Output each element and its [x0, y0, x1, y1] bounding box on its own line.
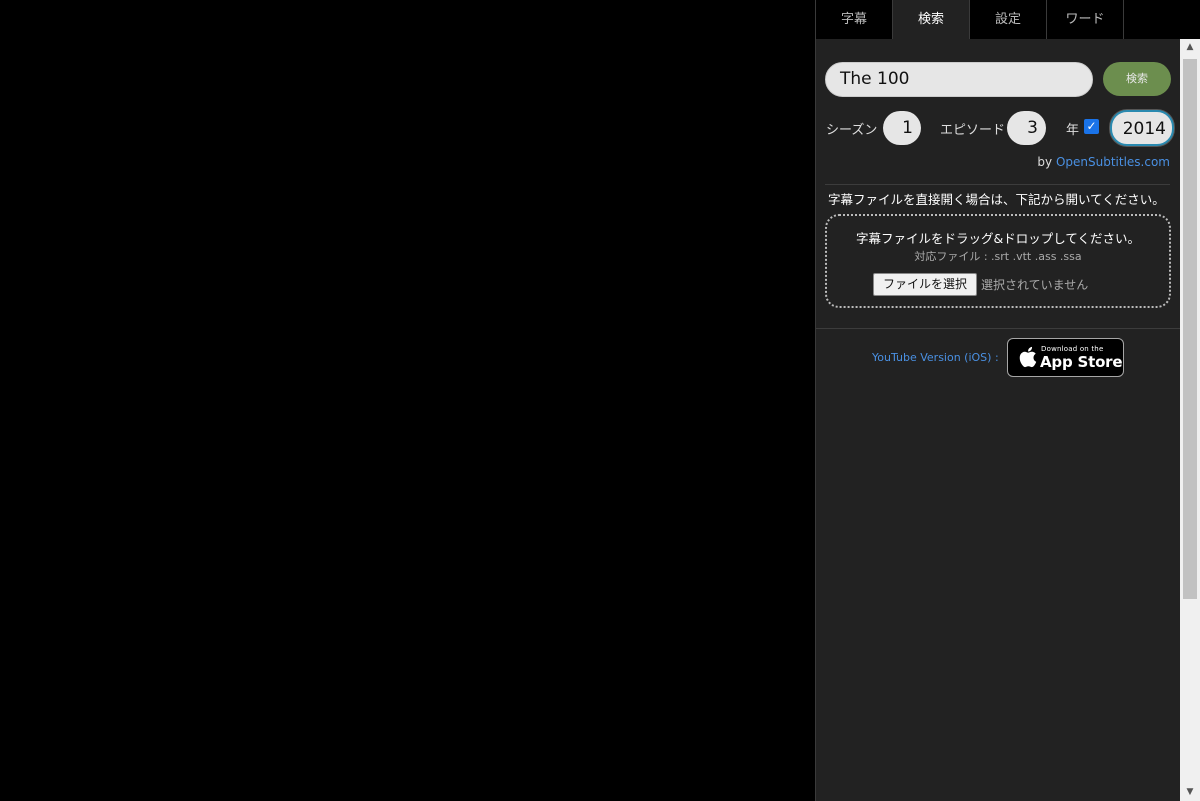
credit-prefix: by	[1037, 155, 1053, 169]
checkmark-icon: ✓	[1086, 119, 1097, 133]
year-checkbox[interactable]: ✓	[1084, 119, 1099, 134]
divider	[825, 184, 1170, 185]
divider	[816, 328, 1180, 329]
tab-bar: 字幕 検索 設定 ワード	[816, 0, 1200, 39]
scroll-thumb[interactable]	[1183, 59, 1197, 599]
badge-small-text: Download on the	[1041, 345, 1104, 353]
season-input[interactable]: 1	[883, 111, 921, 145]
year-input[interactable]: 2014	[1110, 110, 1174, 146]
season-label: シーズン	[826, 123, 878, 138]
tab-words[interactable]: ワード	[1047, 0, 1124, 39]
subtitle-panel: 字幕 検索 設定 ワード The 100 検索 シーズン 1 エピソード 3 年…	[815, 0, 1200, 801]
tab-search[interactable]: 検索	[893, 0, 970, 39]
video-player-area[interactable]	[0, 0, 815, 801]
dropzone-title: 字幕ファイルをドラッグ&ドロップしてください。	[856, 231, 1140, 246]
opensubtitles-link[interactable]: OpenSubtitles.com	[1056, 155, 1170, 169]
tab-subtitles[interactable]: 字幕	[816, 0, 893, 39]
app-store-badge[interactable]: Download on the App Store	[1007, 338, 1124, 377]
year-label: 年	[1066, 123, 1080, 138]
search-content: The 100 検索 シーズン 1 エピソード 3 年 ✓ 2014 by Op…	[816, 39, 1180, 801]
search-button[interactable]: 検索	[1103, 62, 1171, 96]
direct-open-note: 字幕ファイルを直接開く場合は、下記から開いてください。	[828, 192, 1165, 207]
apple-icon	[1019, 346, 1037, 368]
filter-row: シーズン 1 エピソード 3 年 ✓ 2014	[826, 110, 1176, 151]
youtube-version-link[interactable]: YouTube Version (iOS) :	[872, 351, 999, 364]
scroll-down-icon[interactable]: ▼	[1180, 784, 1200, 801]
choose-file-button[interactable]: ファイルを選択	[873, 273, 977, 296]
vertical-scrollbar[interactable]: ▲ ▼	[1180, 39, 1200, 801]
credit-line: by OpenSubtitles.com	[1037, 155, 1170, 169]
tab-settings[interactable]: 設定	[970, 0, 1047, 39]
search-input[interactable]: The 100	[825, 62, 1093, 97]
episode-input[interactable]: 3	[1007, 111, 1046, 145]
file-status: 選択されていません	[981, 278, 1089, 292]
badge-big-text: App Store	[1040, 353, 1123, 371]
scroll-up-icon[interactable]: ▲	[1180, 39, 1200, 56]
episode-label: エピソード	[940, 123, 1006, 138]
supported-formats: 対応ファイル : .srt .vtt .ass .ssa	[914, 250, 1082, 263]
file-dropzone[interactable]: 字幕ファイルをドラッグ&ドロップしてください。 対応ファイル : .srt .v…	[825, 214, 1171, 308]
